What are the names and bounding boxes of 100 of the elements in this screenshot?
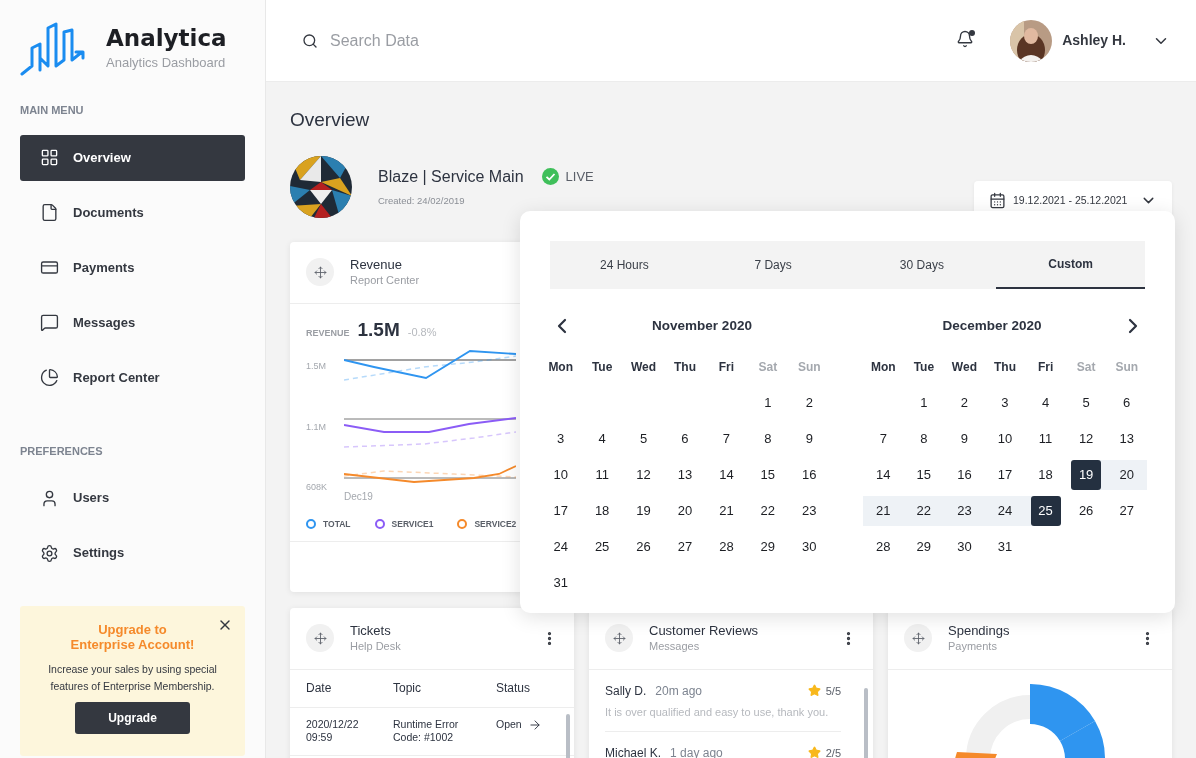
calendar-day[interactable]: 18 (1030, 460, 1061, 490)
review-rating: 2/5 (825, 745, 841, 758)
page-title: Overview (290, 108, 371, 132)
calendar-day[interactable]: 3 (545, 424, 576, 454)
column-header: Status (496, 680, 532, 697)
menu-item[interactable]: Messages (20, 299, 245, 346)
settings-icon (40, 543, 59, 563)
calendar-day[interactable]: 18 (587, 496, 618, 526)
calendar-day[interactable]: 15 (752, 460, 783, 490)
calendar-day[interactable]: 5 (1071, 388, 1102, 418)
move-icon (313, 631, 327, 645)
user-icon (40, 488, 59, 508)
menu-item[interactable]: Overview (20, 134, 245, 181)
calendar-day[interactable]: 14 (868, 460, 899, 490)
calendar-day[interactable]: 25 (587, 532, 618, 562)
calendar-day[interactable]: 9 (794, 424, 825, 454)
calendar-day[interactable]: 27 (1111, 496, 1142, 526)
metric-value: 1.5M (357, 317, 400, 342)
move-handle[interactable] (904, 624, 932, 652)
calendar-day[interactable]: 25 (1030, 496, 1061, 526)
calendar-day[interactable]: 30 (949, 532, 980, 562)
ticket-date: 2020/12/22 (306, 717, 360, 731)
calendar-day[interactable]: 6 (670, 424, 700, 454)
range-tab[interactable]: Custom (996, 241, 1145, 289)
calendar-day[interactable]: 22 (752, 496, 783, 526)
move-handle[interactable] (306, 258, 334, 286)
calendar-day[interactable]: 4 (1030, 388, 1061, 418)
weekday-label: Tue (912, 359, 936, 376)
calendar-day[interactable]: 7 (868, 424, 899, 454)
range-tab[interactable]: 7 Days (698, 241, 848, 289)
calendar-day[interactable]: 21 (711, 496, 742, 526)
calendar-day[interactable]: 17 (990, 460, 1020, 490)
range-tab[interactable]: 30 Days (847, 241, 997, 289)
calendar-day[interactable]: 2 (949, 388, 980, 418)
calendar-day[interactable]: 4 (587, 424, 618, 454)
grid-icon (40, 148, 59, 167)
upgrade-button[interactable]: Upgrade (75, 702, 190, 734)
calendar-day[interactable]: 10 (545, 460, 576, 490)
calendar-day[interactable]: 27 (670, 532, 700, 562)
calendar-day[interactable]: 29 (908, 532, 939, 562)
calendar-day[interactable]: 16 (794, 460, 825, 490)
menu-item[interactable]: Settings (20, 530, 245, 576)
calendar-day[interactable]: 11 (1030, 424, 1061, 454)
menu-item[interactable]: Payments (20, 244, 245, 291)
calendar-day[interactable]: 12 (628, 460, 659, 490)
scrollbar (566, 713, 570, 758)
calendar-day[interactable]: 3 (990, 388, 1020, 418)
calendar-day[interactable]: 19 (1071, 460, 1102, 490)
calendar-day[interactable]: 31 (990, 532, 1020, 562)
calendar-day[interactable]: 13 (670, 460, 700, 490)
calendar-day[interactable]: 7 (711, 424, 742, 454)
calendar-day[interactable]: 5 (628, 424, 659, 454)
weekday-label: Sat (757, 359, 779, 376)
search-icon (302, 32, 318, 49)
calendar-day[interactable]: 11 (587, 460, 618, 490)
menu-item[interactable]: Users (20, 475, 245, 521)
calendar-day[interactable]: 10 (990, 424, 1020, 454)
calendar-day[interactable]: 30 (794, 532, 825, 562)
calendar-day[interactable]: 8 (908, 424, 939, 454)
ticket-code: Code: #1002 (393, 730, 455, 744)
calendar-day[interactable]: 23 (794, 496, 825, 526)
range-tab[interactable]: 24 Hours (550, 241, 699, 289)
calendar-day[interactable]: 19 (628, 496, 659, 526)
brand-tagline: Analytics Dashboard (106, 54, 227, 73)
move-handle[interactable] (306, 624, 334, 652)
calendar-day[interactable]: 15 (908, 460, 939, 490)
star-icon (807, 746, 821, 758)
calendar-day[interactable]: 12 (1071, 424, 1102, 454)
calendar-day[interactable]: 24 (545, 532, 576, 562)
calendar-day[interactable]: 29 (752, 532, 783, 562)
card-subtitle: Report Center (350, 273, 421, 288)
search-field[interactable]: Search Data (330, 28, 630, 53)
calendar-day[interactable]: 26 (628, 532, 659, 562)
upgrade-title: Upgrade to Enterprise Account! (70, 622, 195, 652)
calendar-day[interactable]: 16 (949, 460, 980, 490)
project-name: Blaze | Service Main (378, 166, 524, 187)
calendar-day[interactable]: 8 (752, 424, 783, 454)
calendar-day[interactable]: 9 (949, 424, 980, 454)
calendar-day[interactable]: 20 (670, 496, 700, 526)
calendar-day[interactable]: 17 (545, 496, 576, 526)
review-rating: 5/5 (825, 683, 841, 698)
arrow-icon[interactable] (528, 717, 542, 732)
calendar-day[interactable]: 14 (711, 460, 742, 490)
menu-item[interactable]: Report Center (20, 354, 245, 401)
column-header: Date (306, 680, 333, 697)
calendar-day[interactable]: 28 (868, 532, 899, 562)
move-handle[interactable] (605, 624, 633, 652)
weekday-label: Mon (547, 359, 575, 376)
weekday-label: Sun (796, 359, 822, 376)
calendar-day[interactable]: 6 (1111, 388, 1142, 418)
calendar-day[interactable]: 28 (711, 532, 742, 562)
calendar-day[interactable]: 1 (908, 388, 939, 418)
calendar-day[interactable]: 31 (545, 568, 576, 598)
axis-label: 608K (306, 481, 329, 494)
calendar-day[interactable]: 1 (752, 388, 783, 418)
month-title: December 2020 (941, 316, 1043, 335)
calendar-day[interactable]: 26 (1071, 496, 1102, 526)
calendar-day[interactable]: 13 (1111, 424, 1142, 454)
menu-item[interactable]: Documents (20, 189, 245, 236)
calendar-day[interactable]: 2 (794, 388, 825, 418)
